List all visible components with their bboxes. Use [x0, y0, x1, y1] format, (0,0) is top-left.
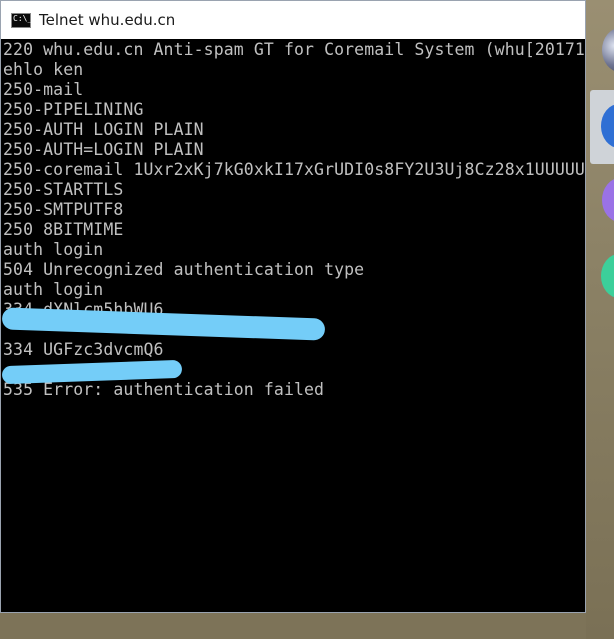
console-line: 250-mail — [3, 80, 84, 99]
console-line: 250-SMTPUTF8 — [3, 200, 124, 219]
console-icon-glyph: C:\_ — [13, 13, 33, 23]
console-line: ehlo ken — [3, 60, 84, 79]
window-title: Telnet whu.edu.cn — [39, 11, 176, 29]
console-line: 220 whu.edu.cn Anti-spam GT for Coremail… — [3, 40, 585, 59]
title-bar[interactable]: C:\_ Telnet whu.edu.cn — [1, 1, 585, 39]
console-line: 334 UGFzc3dvcmQ6 — [3, 340, 164, 359]
console-icon: C:\_ — [11, 12, 33, 28]
console-line: 504 Unrecognized authentication type — [3, 260, 365, 279]
console-line: auth login — [3, 280, 104, 299]
console-line: 535 Error: authentication failed — [3, 380, 325, 399]
console-line: 250-PIPELINING — [3, 100, 144, 119]
console-line: 250-STARTTLS — [3, 180, 124, 199]
console-line: auth login — [3, 240, 104, 259]
telnet-window[interactable]: C:\_ Telnet whu.edu.cn 220 whu.edu.cn An… — [0, 0, 586, 613]
console-line: 250-coremail 1Uxr2xKj7kG0xkI17xGrUDI0s8F… — [3, 160, 585, 179]
console-line: 250-AUTH LOGIN PLAIN — [3, 120, 204, 139]
console-line: 250-AUTH=LOGIN PLAIN — [3, 140, 204, 159]
console-line: 250 8BITMIME — [3, 220, 124, 239]
